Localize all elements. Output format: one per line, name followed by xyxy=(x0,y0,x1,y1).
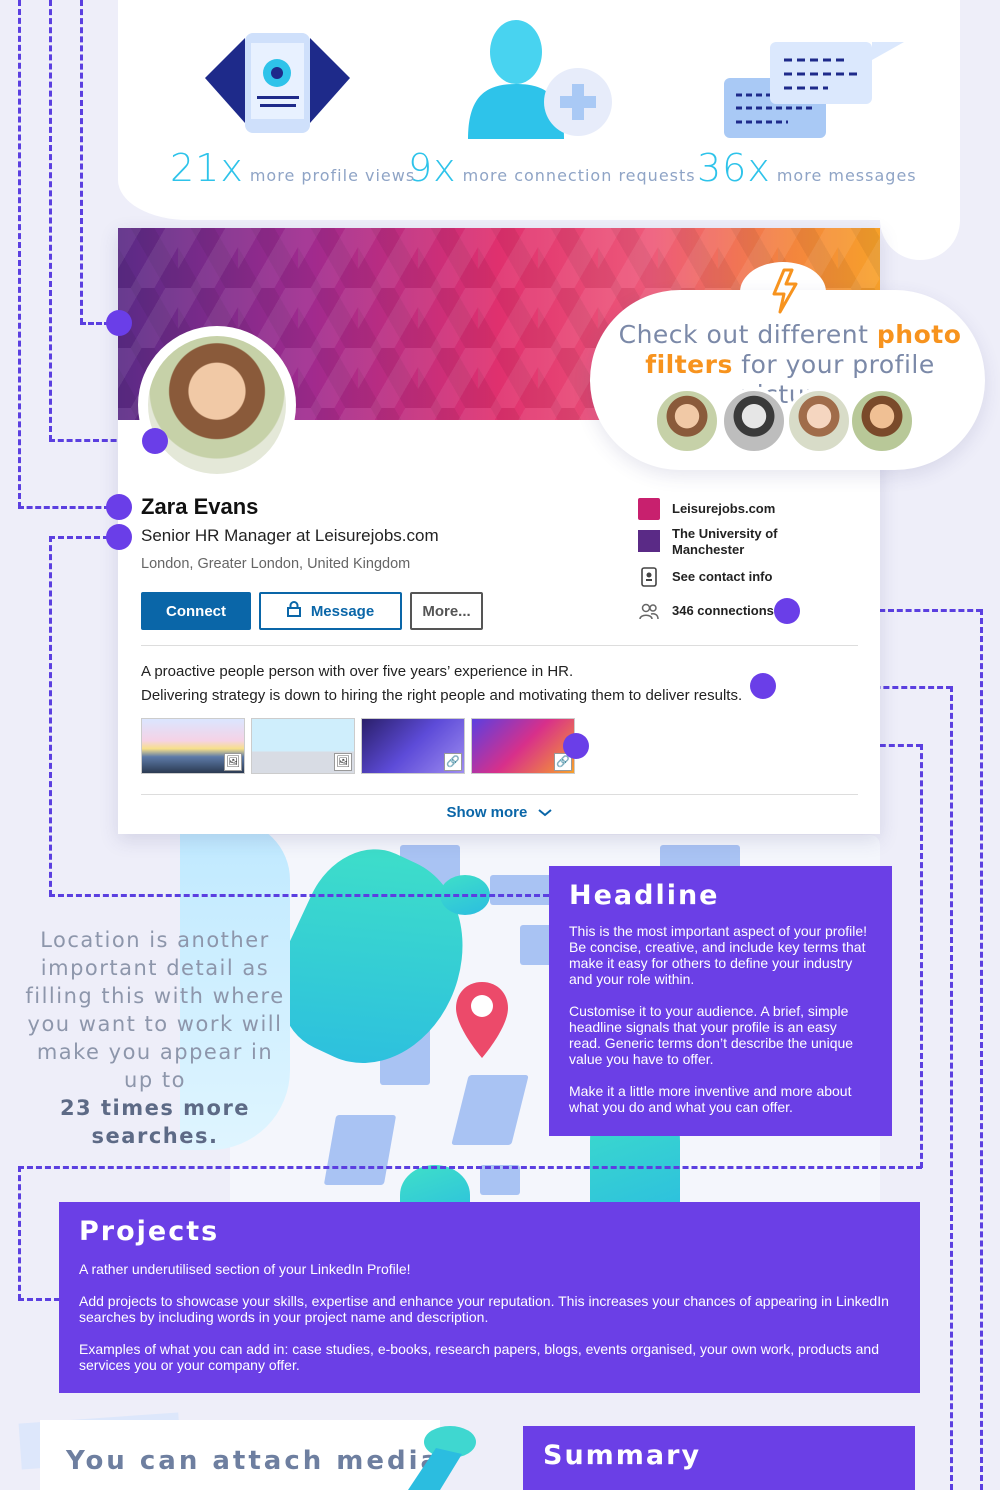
divider xyxy=(141,794,858,795)
stat-connection-requests: 9x more connection requests xyxy=(408,146,696,190)
filters-tip-highlight: photo xyxy=(876,320,962,349)
connector-line xyxy=(920,744,923,1168)
location-pin-icon xyxy=(454,980,510,1060)
summary-tip-title: Summary xyxy=(543,1440,702,1471)
connector-dot xyxy=(750,673,776,699)
company-item[interactable]: Leisurejobs.com xyxy=(638,498,775,520)
link-icon: 🔗 xyxy=(444,753,462,771)
media-thumbnail[interactable]: 🖼 xyxy=(141,718,245,774)
contact-info-item[interactable]: See contact info xyxy=(638,566,772,588)
projects-tip-paragraph: Add projects to showcase your skills, ex… xyxy=(79,1293,889,1325)
media-thumbnail[interactable]: 🔗 xyxy=(361,718,465,774)
messages-icon xyxy=(722,40,907,140)
stat-label: more messages xyxy=(776,166,917,185)
projects-tip-paragraph: A rather underutilised section of your L… xyxy=(79,1261,411,1277)
connector-dot xyxy=(563,733,589,759)
headline-tip-paragraph: Make it a little more inventive and more… xyxy=(569,1083,852,1115)
connector-dot xyxy=(106,524,132,550)
contact-info-link: See contact info xyxy=(672,569,773,584)
attach-media-heading: You can attach media xyxy=(66,1446,442,1476)
connector-line xyxy=(49,536,109,539)
show-more-label: Show more xyxy=(446,804,528,821)
connector-line xyxy=(950,686,953,1490)
school-item[interactable]: The University of Manchester xyxy=(638,526,798,558)
connector-line xyxy=(49,536,52,896)
university-logo-icon xyxy=(638,530,660,552)
connector-line xyxy=(18,506,110,509)
pushpin-icon xyxy=(400,1424,480,1490)
stat-profile-views: 21x more profile views xyxy=(170,146,415,190)
location-tip: Location is another important detail as … xyxy=(20,926,290,1150)
chevron-down-icon xyxy=(537,804,552,821)
filter-preview-avatar[interactable] xyxy=(786,388,852,454)
location-tip-tail: searches. xyxy=(91,1124,219,1148)
map-block xyxy=(323,1115,397,1185)
divider xyxy=(141,645,858,646)
media-thumbnail[interactable]: 🔗 xyxy=(471,718,575,774)
connector-line xyxy=(18,1166,21,1300)
headline-tip-paragraph: Customise it to your audience. A brief, … xyxy=(569,1003,854,1067)
connector-line xyxy=(80,0,83,324)
connector-dot xyxy=(142,428,168,454)
connections-icon xyxy=(638,600,660,622)
summary-line: A proactive people person with over five… xyxy=(141,663,574,680)
avatar[interactable] xyxy=(148,336,286,474)
profile-location: London, Greater London, United Kingdom xyxy=(141,556,411,572)
company-logo-icon xyxy=(638,498,660,520)
lock-icon xyxy=(286,601,301,621)
profile-views-icon xyxy=(205,28,350,138)
map-block xyxy=(451,1075,529,1145)
show-more-link[interactable]: Show more xyxy=(118,804,880,821)
profile-summary: A proactive people person with over five… xyxy=(141,660,742,708)
company-name: Leisurejobs.com xyxy=(672,501,776,516)
add-connection-icon xyxy=(468,14,618,142)
location-tip-emphasis: 23 times more xyxy=(59,1096,251,1120)
headline-tip-paragraph: This is the most important aspect of you… xyxy=(569,923,868,987)
more-button[interactable]: More... xyxy=(410,592,483,630)
location-tip-text: Location is another important detail as … xyxy=(25,928,285,1092)
projects-tip-title: Projects xyxy=(79,1216,220,1247)
connections-count: 346 connections xyxy=(672,603,774,618)
connector-line xyxy=(980,609,983,1490)
image-icon: 🖼 xyxy=(334,753,352,771)
profile-headline: Senior HR Manager at Leisurejobs.com xyxy=(141,526,439,545)
filter-preview-avatar[interactable] xyxy=(654,388,720,454)
filters-tip-text: Check out different xyxy=(618,320,877,349)
lightning-icon xyxy=(770,268,800,314)
contact-card-icon xyxy=(638,566,660,588)
projects-tip-paragraph: Examples of what you can add in: case st… xyxy=(79,1341,879,1373)
headline-tip-title: Headline xyxy=(569,880,720,911)
stat-messages: 36x more messages xyxy=(697,146,917,190)
filter-preview-avatar[interactable] xyxy=(721,388,787,454)
headline-tip-box: Headline This is the most important aspe… xyxy=(549,866,892,1136)
stat-label: more connection requests xyxy=(462,166,696,185)
connect-button[interactable]: Connect xyxy=(141,592,251,630)
stat-value: 21x xyxy=(170,146,244,190)
stat-value: 9x xyxy=(408,146,457,190)
connector-line xyxy=(18,1166,922,1169)
message-button[interactable]: Message xyxy=(259,592,402,630)
connector-dot xyxy=(774,598,800,624)
school-name: The University of Manchester xyxy=(672,526,778,557)
summary-tip-box: Summary xyxy=(523,1426,915,1490)
connector-line xyxy=(49,894,549,897)
filter-preview-avatar[interactable] xyxy=(849,388,915,454)
map-block xyxy=(480,1165,520,1195)
filters-tip: Check out different photo filters for yo… xyxy=(600,320,980,410)
media-thumbnail[interactable]: 🖼 xyxy=(251,718,355,774)
projects-tip-box: Projects A rather underutilised section … xyxy=(59,1202,920,1393)
summary-line: Delivering strategy is down to hiring th… xyxy=(141,687,743,704)
connector-line xyxy=(49,0,52,441)
filters-tip-highlight: filters xyxy=(645,350,733,379)
connector-line xyxy=(18,1298,60,1301)
connector-line xyxy=(18,0,21,508)
profile-name: Zara Evans xyxy=(141,494,259,519)
connections-item[interactable]: 346 connections xyxy=(638,600,774,622)
stat-label: more profile views xyxy=(249,166,416,185)
stat-value: 36x xyxy=(697,146,771,190)
connector-dot xyxy=(106,494,132,520)
message-button-label: Message xyxy=(310,602,375,620)
image-icon: 🖼 xyxy=(224,753,242,771)
connector-dot xyxy=(106,310,132,336)
